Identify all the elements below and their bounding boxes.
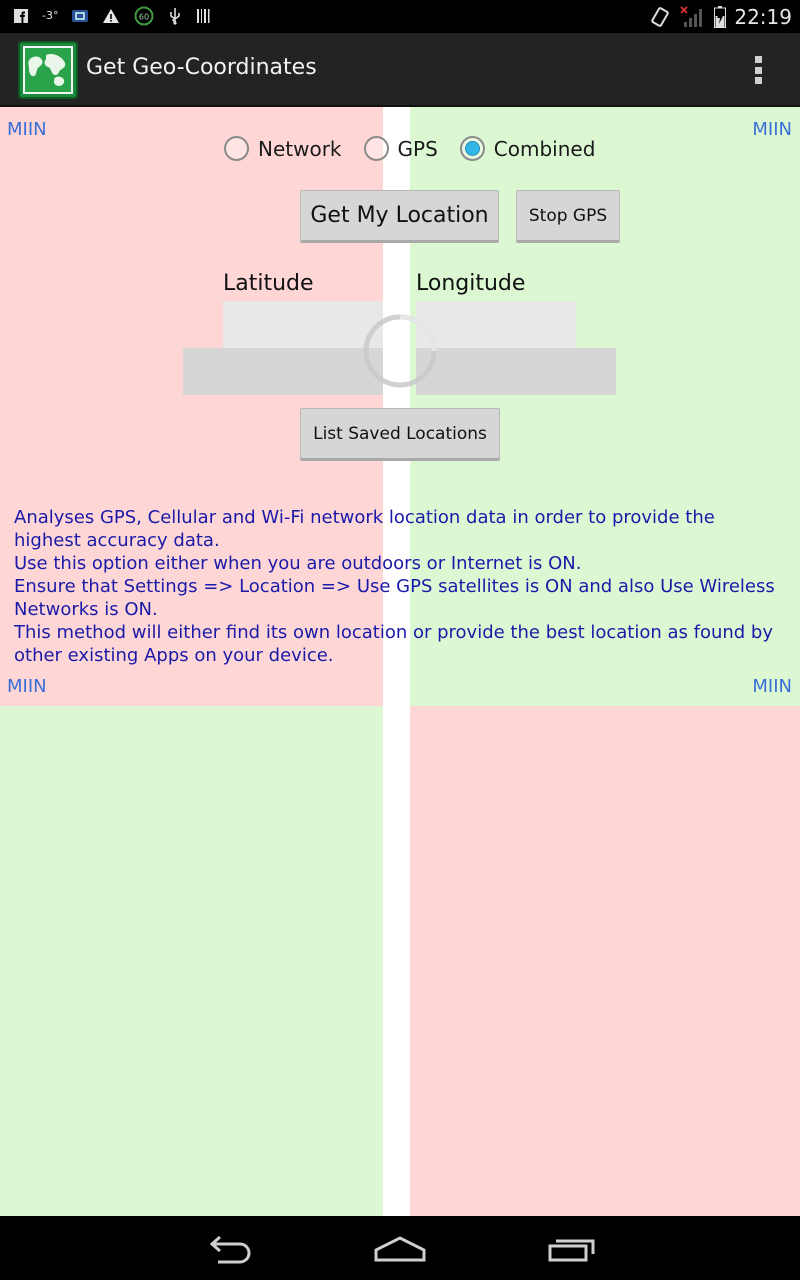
miin-label-top-left[interactable]: MIIN xyxy=(7,119,47,140)
overflow-dot xyxy=(754,56,762,63)
radio-combined[interactable]: Combined xyxy=(459,136,596,161)
radio-circle-gps[interactable] xyxy=(363,136,389,161)
latitude-field-shadow xyxy=(183,348,383,395)
overflow-menu-button[interactable] xyxy=(746,53,770,87)
action-bar: Get Geo-Coordinates xyxy=(0,33,800,107)
radio-label-combined[interactable]: Combined xyxy=(494,137,596,161)
radio-checked-dot xyxy=(464,141,480,156)
clock: 22:19 xyxy=(734,5,792,29)
overflow-dot xyxy=(754,77,762,84)
status-icons-left: -3° 60 xyxy=(14,5,212,27)
speed-60-icon: 60 xyxy=(134,6,154,26)
home-icon[interactable] xyxy=(370,1228,430,1268)
world-map-icon[interactable] xyxy=(18,41,78,99)
description-line: This method will either find its own loc… xyxy=(14,622,774,666)
stop-gps-button[interactable]: Stop GPS xyxy=(516,190,620,243)
radio-network[interactable]: Network xyxy=(224,136,342,161)
longitude-field-shadow xyxy=(416,348,616,395)
app-title: Get Geo-Coordinates xyxy=(86,55,317,80)
latitude-field[interactable] xyxy=(223,301,383,349)
radio-label-network[interactable]: Network xyxy=(258,137,342,161)
warning-icon xyxy=(102,8,120,24)
list-saved-locations-button[interactable]: List Saved Locations xyxy=(300,408,500,461)
notification-icon xyxy=(72,9,89,23)
mode-description: Analyses GPS, Cellular and Wi-Fi network… xyxy=(14,506,784,667)
content-area: MIIN MIIN MIIN MIIN Network GPS Combined… xyxy=(0,107,800,1216)
zone-bottom-right xyxy=(410,706,800,1216)
longitude-label: Longitude xyxy=(416,271,526,296)
loading-spinner-icon xyxy=(360,311,440,391)
recent-apps-icon[interactable] xyxy=(541,1228,601,1268)
radio-gps[interactable]: GPS xyxy=(363,136,438,161)
mode-radio-group: Network GPS Combined xyxy=(224,136,617,161)
get-my-location-button[interactable]: Get My Location xyxy=(300,190,499,243)
facebook-icon xyxy=(14,9,28,23)
radio-circle-network[interactable] xyxy=(224,136,249,161)
navigation-bar xyxy=(0,1216,800,1280)
miin-label-top-right[interactable]: MIIN xyxy=(752,119,792,140)
back-icon[interactable] xyxy=(200,1228,260,1268)
signal-icon xyxy=(680,6,706,28)
speed-text: 60 xyxy=(139,13,149,22)
latitude-label: Latitude xyxy=(223,271,314,296)
status-icons-right: 22:19 xyxy=(650,3,792,31)
description-line: Use this option either when you are outd… xyxy=(14,553,582,574)
status-bar: -3° 60 22:19 xyxy=(0,0,800,33)
radio-circle-combined[interactable] xyxy=(459,136,485,161)
zone-bottom-left xyxy=(0,706,383,1216)
overflow-dot xyxy=(754,66,762,74)
battery-icon xyxy=(714,6,727,28)
miin-label-bottom-left[interactable]: MIIN xyxy=(7,676,47,697)
temperature-icon: -3° xyxy=(42,5,58,27)
usb-icon xyxy=(168,7,182,25)
rotate-icon xyxy=(650,6,672,28)
temperature-text: -3° xyxy=(42,9,59,22)
description-line: Ensure that Settings => Location => Use … xyxy=(14,576,775,620)
longitude-field[interactable] xyxy=(416,301,576,349)
description-line: Analyses GPS, Cellular and Wi-Fi network… xyxy=(14,507,715,551)
miin-label-bottom-right[interactable]: MIIN xyxy=(752,676,792,697)
radio-label-gps[interactable]: GPS xyxy=(398,137,438,161)
barcode-icon xyxy=(196,8,212,24)
